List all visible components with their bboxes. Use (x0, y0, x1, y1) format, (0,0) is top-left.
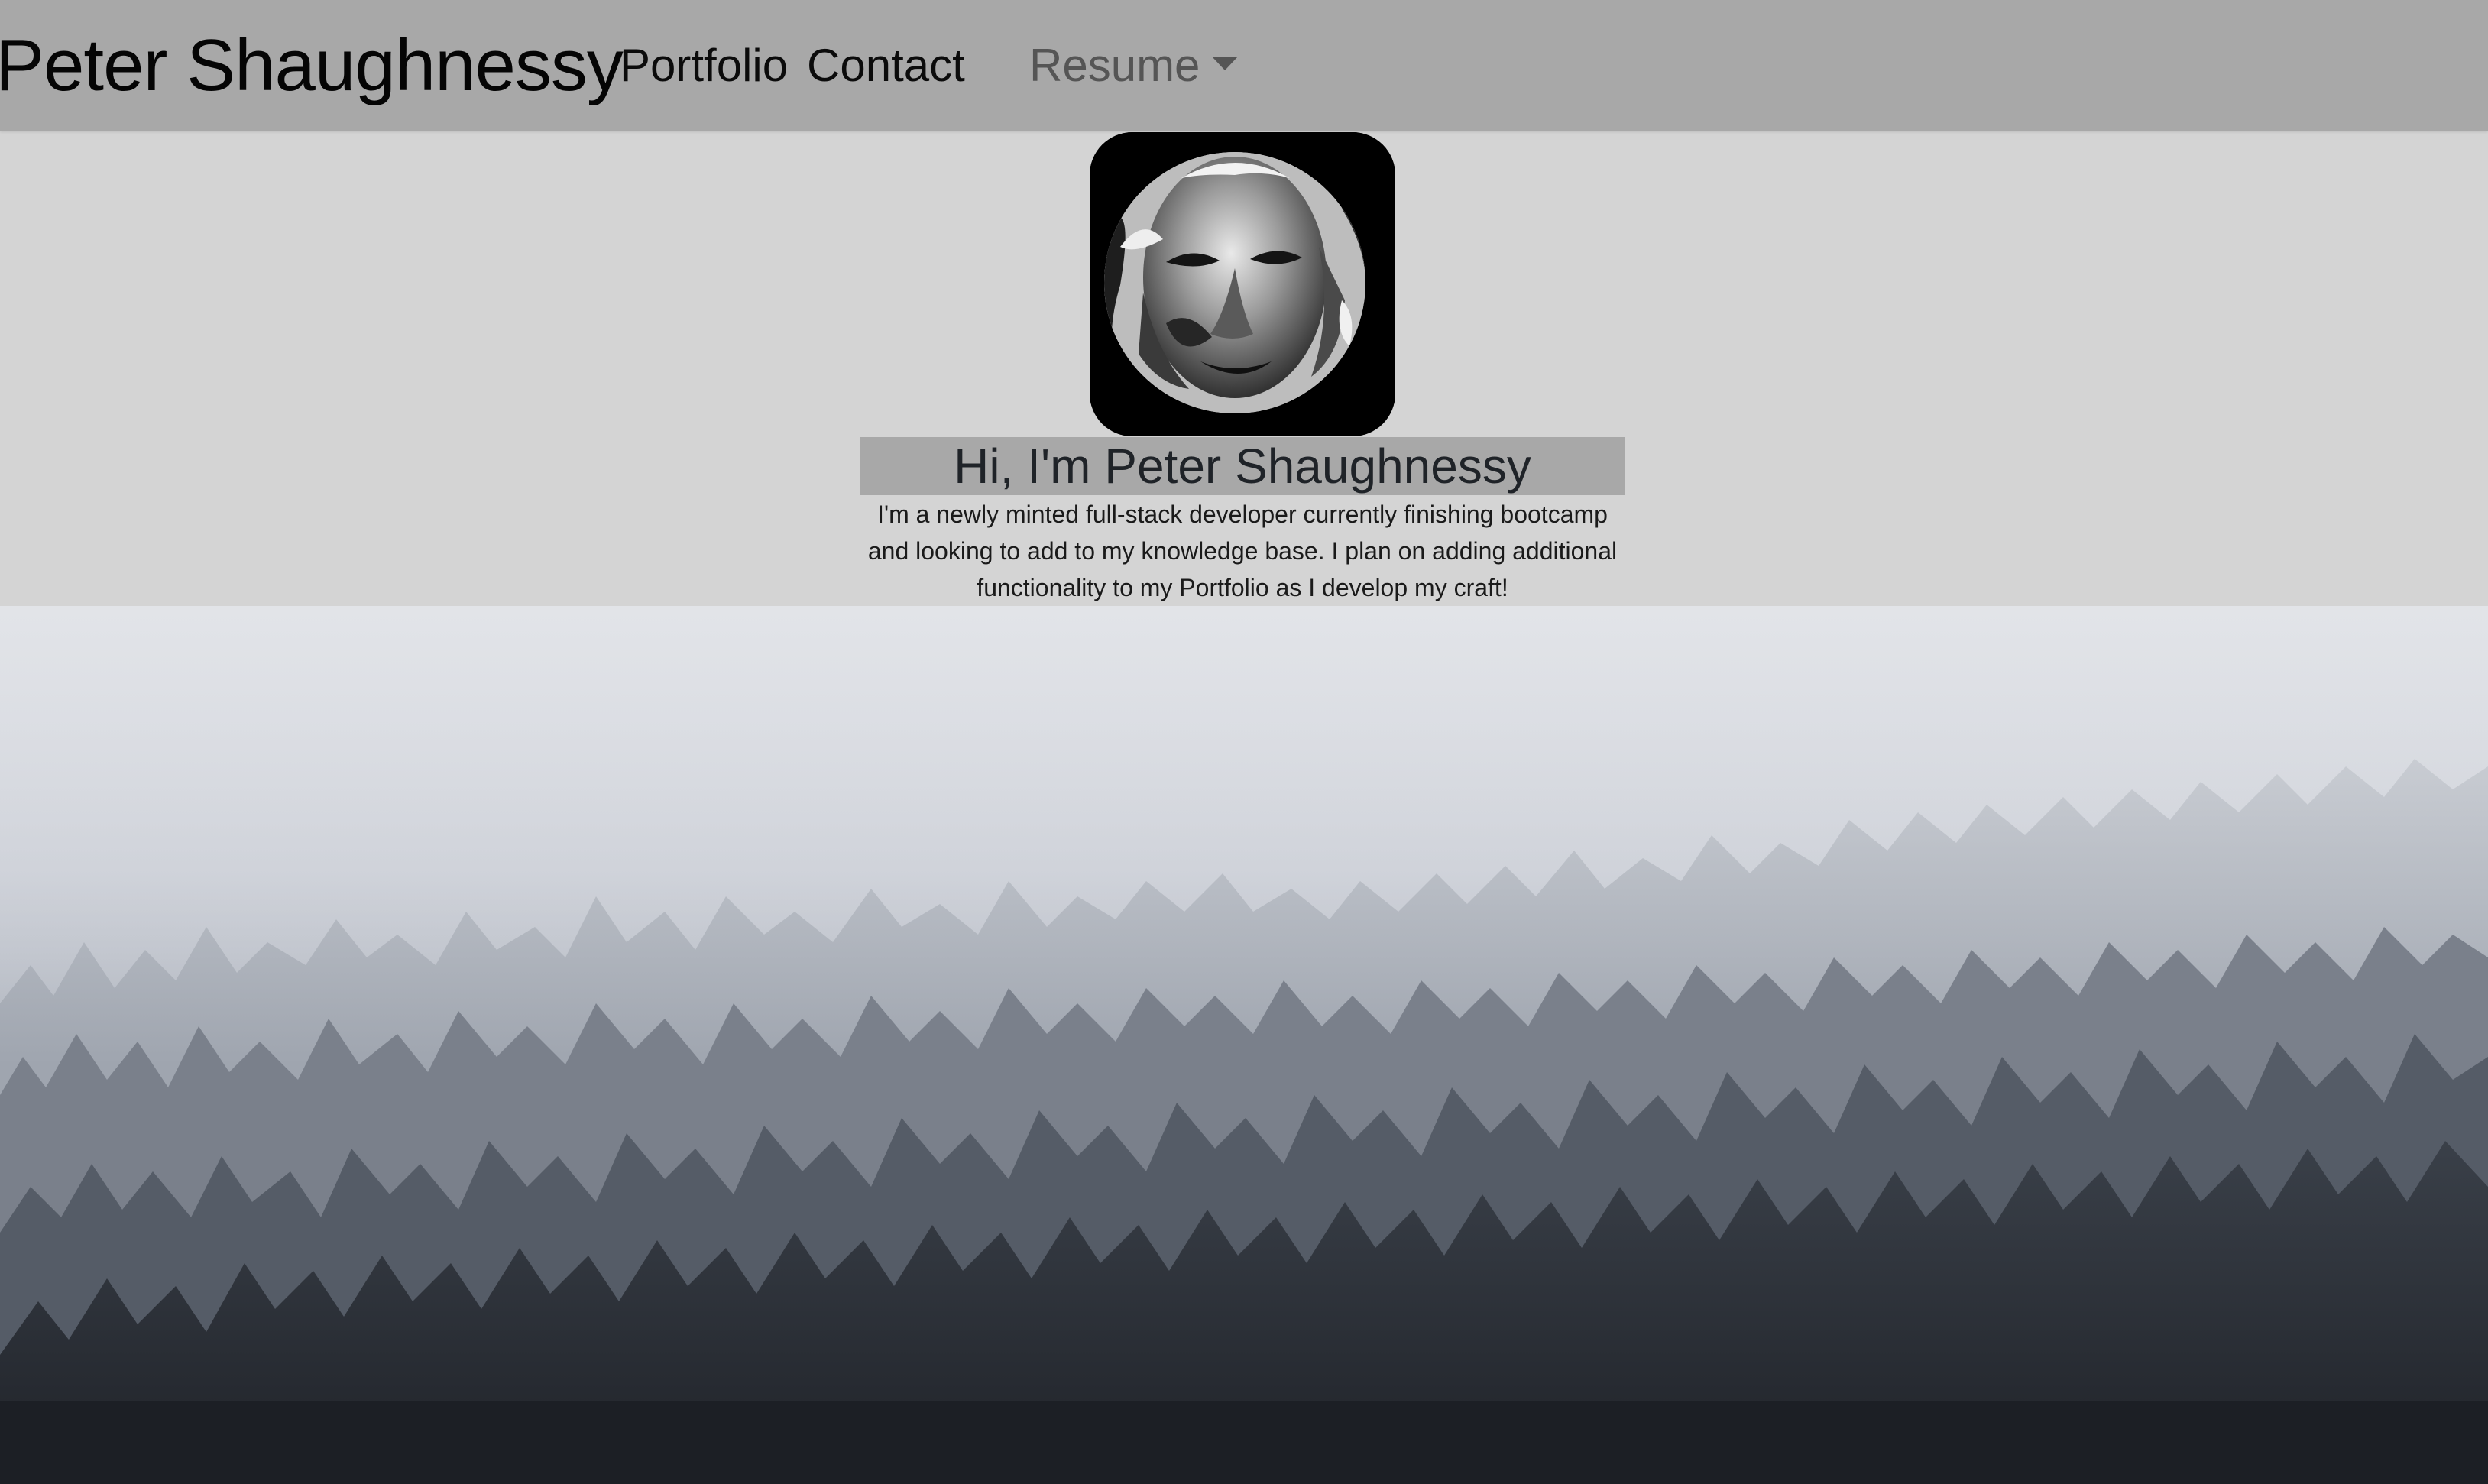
resume-dropdown-label: Resume (1029, 40, 1200, 91)
brand-link[interactable]: Peter Shaughnessy (0, 21, 624, 110)
profile-avatar (1090, 132, 1395, 436)
top-navbar: Peter Shaughnessy Portfolio Contact Resu… (0, 0, 2488, 131)
intro-line: and looking to add to my knowledge base.… (867, 537, 1618, 565)
caret-down-icon (1212, 57, 1239, 70)
hero-section: Hi, I'm Peter Shaughnessy I'm a newly mi… (0, 131, 2488, 606)
heading-highlight: Hi, I'm Peter Shaughnessy (860, 437, 1625, 495)
resume-dropdown-toggle[interactable]: Resume (1029, 37, 1239, 95)
intro-line: functionality to my Portfolio as I devel… (977, 574, 1508, 601)
hero-heading: Hi, I'm Peter Shaughnessy (954, 439, 1531, 494)
nav-link-portfolio[interactable]: Portfolio (620, 37, 788, 95)
profile-photo (1090, 132, 1395, 436)
nav-link-contact[interactable]: Contact (807, 37, 965, 95)
intro-line: I'm a newly minted full-stack developer … (877, 501, 1608, 528)
misty-forest-illustration (0, 606, 2488, 1484)
intro-paragraph: I'm a newly minted full-stack developer … (860, 496, 1625, 606)
forest-background-image (0, 606, 2488, 1484)
